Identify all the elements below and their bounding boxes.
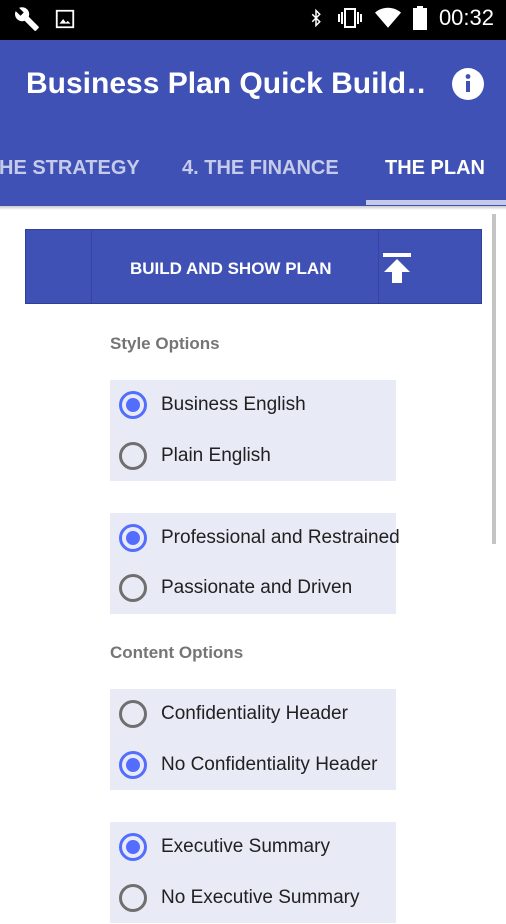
toolbar-divider — [91, 230, 92, 303]
content-options-heading: Content Options — [110, 643, 244, 662]
image-icon — [55, 9, 75, 29]
build-toolbar: BUILD AND SHOW PLAN — [25, 229, 482, 304]
radio-button-checked[interactable] — [119, 524, 147, 552]
radio-executive-summary[interactable]: Executive Summary — [110, 823, 410, 873]
radio-group-tone: Professional and Restrained Passionate a… — [110, 513, 400, 614]
radio-label: No Executive Summary — [161, 887, 360, 908]
radio-group-language: Business English Plain English — [110, 380, 396, 481]
radio-label: Professional and Restrained — [161, 527, 400, 548]
radio-professional[interactable]: Professional and Restrained — [110, 514, 410, 564]
radio-label: Confidentiality Header — [161, 703, 348, 724]
scrollbar[interactable] — [492, 214, 496, 544]
radio-no-confidentiality-header[interactable]: No Confidentiality Header — [110, 741, 410, 791]
radio-plain-english[interactable]: Plain English — [110, 432, 410, 482]
battery-icon — [412, 6, 427, 30]
radio-label: Business English — [161, 394, 306, 415]
radio-label: Passionate and Driven — [161, 577, 353, 598]
radio-label: No Confidentiality Header — [161, 754, 378, 775]
radio-button[interactable] — [119, 884, 147, 912]
wifi-icon — [374, 7, 401, 28]
tab-plan[interactable]: THE PLAN — [385, 157, 485, 180]
wrench-icon — [15, 7, 39, 31]
style-options-heading: Style Options — [110, 334, 220, 353]
radio-passionate[interactable]: Passionate and Driven — [110, 564, 410, 614]
radio-button-checked[interactable] — [119, 751, 147, 779]
vibrate-icon — [337, 8, 362, 28]
radio-button[interactable] — [119, 442, 147, 470]
radio-label: Plain English — [161, 445, 271, 466]
radio-button[interactable] — [119, 574, 147, 602]
toolbar-divider — [378, 230, 379, 303]
radio-button-checked[interactable] — [119, 833, 147, 861]
tab-bar: HE STRATEGY 4. THE FINANCE THE PLAN — [0, 130, 506, 206]
status-bar: 00:32 — [0, 0, 506, 40]
radio-group-confidentiality: Confidentiality Header No Confidentialit… — [110, 689, 396, 790]
bluetooth-icon — [311, 8, 321, 28]
tab-finance[interactable]: 4. THE FINANCE — [182, 157, 339, 180]
radio-button[interactable] — [119, 700, 147, 728]
tab-strategy[interactable]: HE STRATEGY — [0, 157, 140, 180]
tab-shadow — [0, 206, 506, 210]
radio-no-executive-summary[interactable]: No Executive Summary — [110, 874, 410, 924]
app-title: Business Plan Quick Build… — [26, 67, 426, 100]
radio-group-executive-summary: Executive Summary No Executive Summary — [110, 822, 396, 923]
radio-label: Executive Summary — [161, 836, 330, 857]
radio-button-checked[interactable] — [119, 391, 147, 419]
tab-indicator — [366, 200, 506, 205]
build-and-show-plan-button[interactable]: BUILD AND SHOW PLAN — [130, 259, 331, 279]
app-bar: Business Plan Quick Build… — [0, 40, 506, 130]
radio-business-english[interactable]: Business English — [110, 381, 410, 431]
info-icon[interactable] — [451, 67, 485, 101]
clock: 00:32 — [438, 5, 494, 30]
upload-to-top-icon[interactable] — [382, 252, 412, 284]
radio-confidentiality-header[interactable]: Confidentiality Header — [110, 690, 410, 740]
